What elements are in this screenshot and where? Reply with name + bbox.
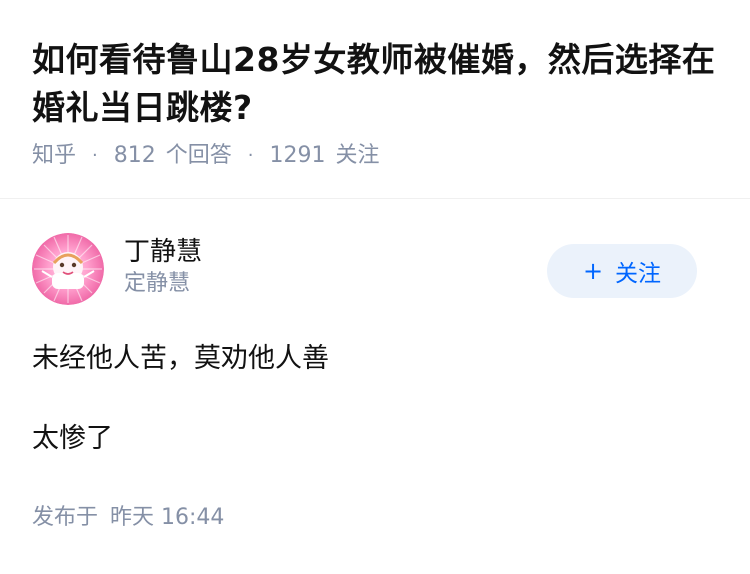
plus-icon: + [582, 257, 604, 285]
answer-card: 丁静慧 定静慧 + 关注 未经他人苦，莫劝他人善 太惨了 发布于 昨天 16:44 [0, 233, 750, 533]
avatar[interactable] [32, 233, 104, 305]
author-name[interactable]: 丁静慧 [124, 235, 202, 269]
answer-count[interactable]: 812 [114, 142, 156, 170]
answer-paragraph: 未经他人苦，莫劝他人善 [32, 343, 329, 374]
author-row: 丁静慧 定静慧 + 关注 [32, 233, 718, 329]
answer-content: 未经他人苦，莫劝他人善 太惨了 [32, 339, 718, 459]
publish-label: 发布于 [32, 505, 99, 530]
publish-time: 昨天 16:44 [110, 505, 225, 530]
question-header: 如何看待鲁山28岁女教师被催婚，然后选择在婚礼当日跳楼? 知乎 · 812 个回… [0, 0, 750, 199]
author-info: 丁静慧 定静慧 [124, 233, 202, 299]
answer-count-label[interactable]: 个回答 [166, 142, 232, 170]
avatar-icon [32, 233, 104, 305]
zhihu-answer-page: 如何看待鲁山28岁女教师被催婚，然后选择在婚礼当日跳楼? 知乎 · 812 个回… [0, 0, 750, 574]
author-headline: 定静慧 [124, 271, 191, 296]
question-meta: 知乎 · 812 个回答 · 1291 关注 [32, 142, 718, 170]
answer-paragraph: 太惨了 [32, 423, 113, 454]
follow-button-label: 关注 [615, 261, 662, 287]
follower-count-label[interactable]: 关注 [336, 142, 380, 170]
question-title[interactable]: 如何看待鲁山28岁女教师被催婚，然后选择在婚礼当日跳楼? [32, 36, 718, 132]
question-source[interactable]: 知乎 [32, 142, 76, 170]
meta-separator: · [247, 145, 254, 166]
meta-separator: · [92, 145, 98, 166]
follower-count[interactable]: 1291 [270, 142, 326, 170]
answer-publish-time: 发布于 昨天 16:44 [32, 503, 718, 533]
follow-button[interactable]: + 关注 [547, 244, 697, 298]
